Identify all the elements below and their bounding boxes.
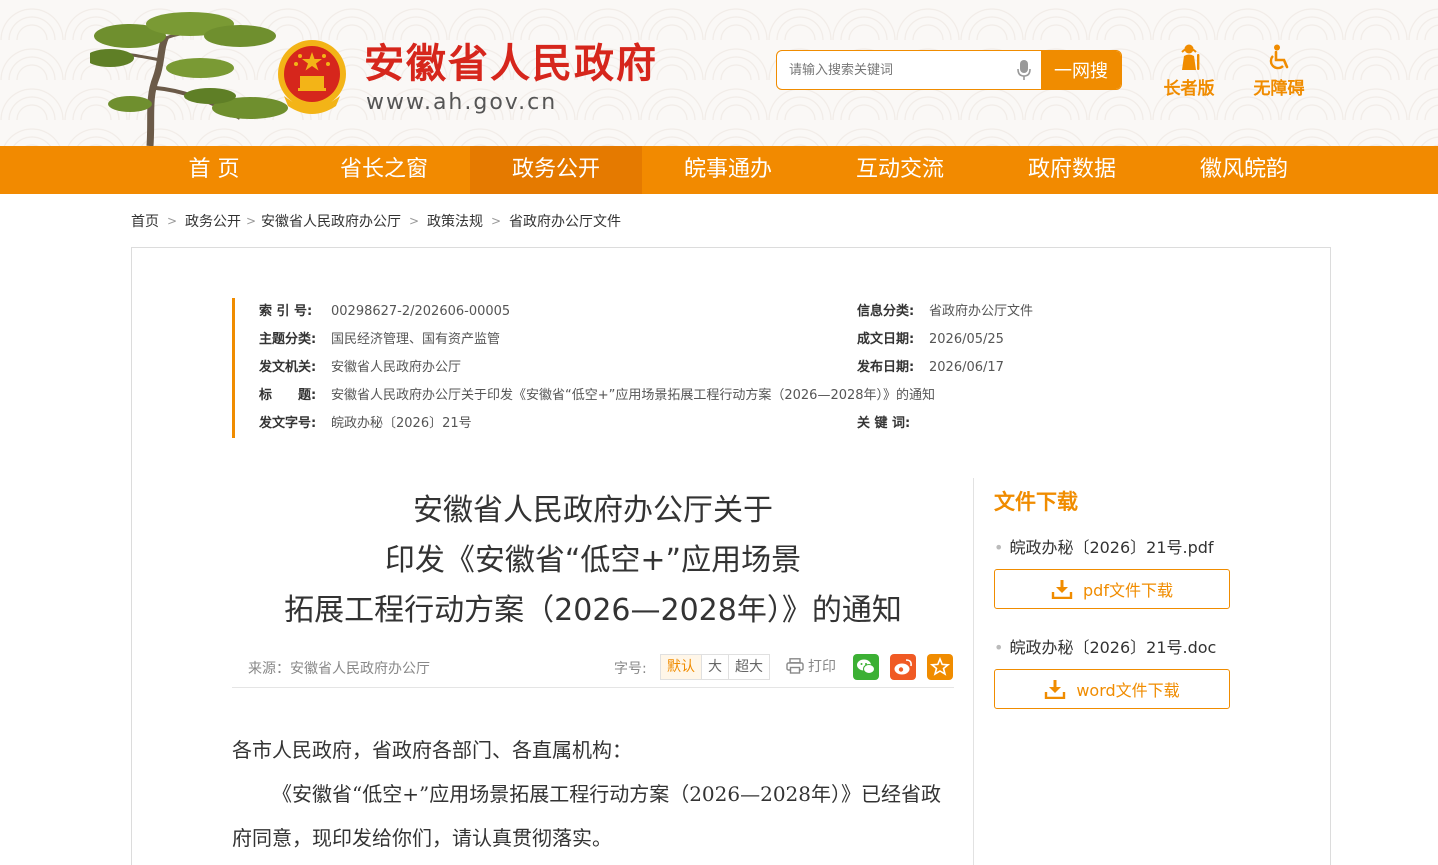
article-title-line: 安徽省人民政府办公厅关于 [413,493,773,528]
font-size-large-button[interactable]: 大 [702,655,729,679]
article-body: 各市人民政府，省政府各部门、各直属机构： 《安徽省“低空+”应用场景拓展工程行动… [232,728,954,860]
print-button[interactable]: 打印 [786,656,836,676]
downloads-title: 文件下载 [994,490,1078,514]
download-icon [1051,580,1073,599]
elderly-person-icon [1181,44,1200,70]
printer-icon [786,658,804,674]
nav-item-gov-data[interactable]: 政府数据 [986,146,1158,194]
accessibility-label: 无障碍 [1253,79,1305,99]
column-divider [973,478,974,865]
nav-item-home[interactable]: 首 页 [128,146,300,194]
nav-item-culture[interactable]: 徽风皖韵 [1158,146,1330,194]
favorite-button[interactable] [927,654,953,680]
word-download-button[interactable]: word文件下载 [994,669,1230,709]
meta-date-made: 成文日期: 2026/05/25 [857,332,1004,347]
font-size-default-button[interactable]: 默认 [661,655,702,679]
breadcrumb-item-home[interactable]: 首页 [131,211,159,231]
search-input[interactable] [777,51,1041,89]
site-title[interactable]: 安徽省人民政府 [364,40,658,88]
article-title-line: 拓展工程行动方案（2026—2028年）》的通知 [284,593,902,628]
breadcrumb: 首页 > 政务公开 > 安徽省人民政府办公厅 > 政策法规 > 省政府办公厅文件 [131,211,621,231]
breadcrumb-item-policies[interactable]: 政策法规 [427,211,483,231]
chevron-right-icon: > [166,214,178,228]
meta-title: 标 题: 安徽省人民政府办公厅关于印发《安徽省“低空+”应用场景拓展工程行动方案（… [259,388,936,403]
wechat-icon [857,659,875,674]
word-download-label: word文件下载 [1076,681,1180,700]
search-button[interactable]: 一网搜 [1041,51,1121,89]
download-file-doc-name: 皖政办秘〔2026〕21号.doc [994,634,1216,658]
elderly-mode-label: 长者版 [1163,79,1215,99]
article-title-line: 印发《安徽省“低空+”应用场景 [384,543,802,578]
accessibility-button[interactable]: 无障碍 [1244,44,1314,100]
weibo-icon [894,659,912,675]
meta-date-published: 发布日期: 2026/06/17 [857,360,1004,375]
breadcrumb-item-gov-affairs[interactable]: 政务公开 [185,211,241,231]
article-paragraph: 《安徽省“低空+”应用场景拓展工程行动方案（2026—2028年）》已经省政府同… [232,782,942,850]
main-nav: 首 页 省长之窗 政务公开 皖事通办 互动交流 政府数据 徽风皖韵 [0,146,1438,194]
microphone-icon[interactable] [1017,60,1031,80]
meta-document-number: 发文字号: 皖政办秘〔2026〕21号 [259,416,472,431]
site-url: www.ah.gov.cn [366,90,558,115]
pdf-download-button[interactable]: pdf文件下载 [994,569,1230,609]
chevron-right-icon: > [408,214,420,228]
article-toolbar: 来源：安徽省人民政府办公厅 字号: 默认 大 超大 打印 [232,648,954,688]
meta-topic: 主题分类: 国民经济管理、国有资产监管 [259,332,501,347]
breadcrumb-item-general-office[interactable]: 安徽省人民政府办公厅 [261,211,401,231]
weibo-share-button[interactable] [890,654,916,680]
national-emblem-icon [278,40,346,114]
nav-item-interaction[interactable]: 互动交流 [814,146,986,194]
breadcrumb-item-office-documents[interactable]: 省政府办公厅文件 [509,211,621,231]
chevron-right-icon: > [490,214,502,228]
wechat-share-button[interactable] [853,654,879,680]
print-label: 打印 [808,659,836,675]
pdf-download-label: pdf文件下载 [1083,581,1173,600]
search-box: 一网搜 [776,50,1122,90]
font-size-label: 字号: [614,661,647,677]
download-icon [1045,680,1066,699]
font-size-switcher: 默认 大 超大 [660,654,770,680]
chevron-right-icon: > [245,214,257,228]
font-size-xlarge-button[interactable]: 超大 [729,655,769,679]
meta-issuer: 发文机关: 安徽省人民政府办公厅 [259,360,462,375]
elderly-mode-button[interactable]: 长者版 [1154,44,1224,100]
nav-item-gov-affairs[interactable]: 政务公开 [470,146,642,194]
star-icon [929,656,951,676]
nav-item-governor[interactable]: 省长之窗 [298,146,470,194]
meta-index-number: 索 引 号: 00298627-2/202606-00005 [259,304,511,319]
meta-keywords: 关 键 词: [857,416,911,431]
pine-tree-logo-image [90,12,288,146]
download-file-pdf-name: 皖政办秘〔2026〕21号.pdf [994,534,1213,558]
site-header: 安徽省人民政府 www.ah.gov.cn 一网搜 长者版 无障碍 [0,0,1438,146]
article-source: 来源：安徽省人民政府办公厅 [248,661,430,677]
nav-item-services[interactable]: 皖事通办 [642,146,814,194]
wheelchair-icon [1269,44,1289,70]
article-title: 安徽省人民政府办公厅关于 印发《安徽省“低空+”应用场景 拓展工程行动方案（20… [232,486,954,636]
meta-info-category: 信息分类: 省政府办公厅文件 [857,304,1034,319]
document-metadata: 索 引 号: 00298627-2/202606-00005 信息分类: 省政府办公… [232,298,1052,438]
article-salutation: 各市人民政府，省政府各部门、各直属机构： [232,738,632,762]
